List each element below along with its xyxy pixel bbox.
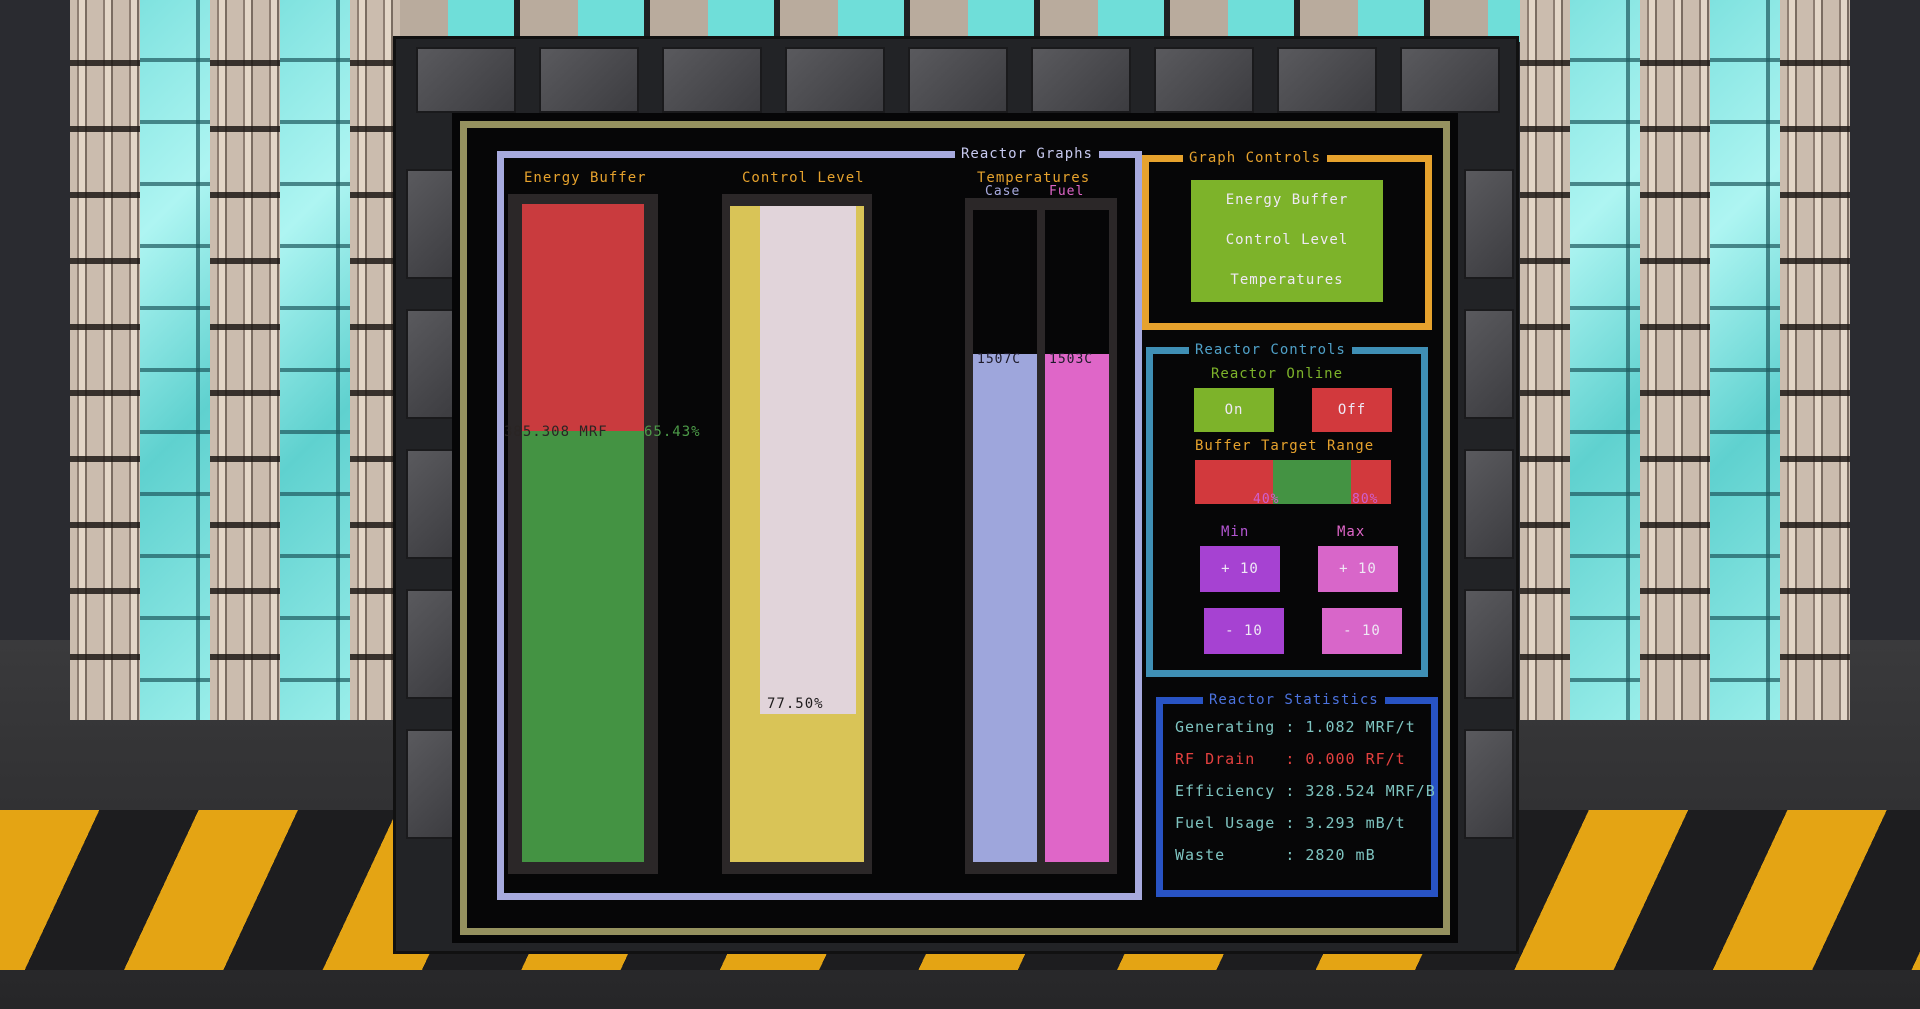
energy-buffer-empty-bar [522,204,644,431]
energy-buffer-fill-bar [522,431,644,862]
stat-value: 0.000 RF/t [1305,750,1406,768]
monitor-block [539,47,639,113]
monitor-block [1464,589,1514,699]
temperatures-toggle-button[interactable]: Temperatures [1191,262,1383,298]
glass-pillar [280,0,350,720]
glass-pillar [1710,0,1780,720]
energy-buffer-stored-value: 385.308 MRF [504,424,608,440]
min-minus-10-button[interactable]: - 10 [1204,608,1284,654]
reactor-statistics-title: Reactor Statistics [1203,692,1385,708]
control-level-toggle-button[interactable]: Control Level [1191,222,1383,258]
range-min-value: 40% [1253,492,1280,507]
monitor-block [662,47,762,113]
case-temp-value: 1507C [977,352,1022,367]
iron-pillar [1640,0,1710,720]
reactor-on-button[interactable]: On [1194,388,1274,432]
monitor-block [1464,309,1514,419]
monitor-block [406,169,456,279]
energy-buffer-toggle-button[interactable]: Energy Buffer [1191,182,1383,218]
stat-value: 3.293 mB/t [1305,814,1406,832]
iron-pillar [1780,0,1850,720]
monitor-block [1154,47,1254,113]
monitor-block [1464,169,1514,279]
stat-value: 2820 mB [1305,846,1376,864]
reactor-controls-panel: Reactor Controls Reactor Online On Off B… [1146,342,1428,677]
graph-toggle-box: Energy Buffer Control Level Temperatures [1191,180,1383,302]
stat-row-waste: Waste : 2820 mB [1175,846,1376,864]
reactor-statistics-panel: Reactor Statistics Generating : 1.082 MR… [1156,692,1438,897]
monitor-block [406,449,456,559]
iron-pillar [210,0,280,720]
stat-label: RF Drain : [1175,750,1296,768]
energy-buffer-percent-value: 65.43% [644,424,701,440]
control-level-value: 77.50% [767,696,824,712]
max-label: Max [1337,524,1366,540]
case-temp-label: Case [985,184,1021,199]
buffer-target-range-band [1273,460,1351,504]
monitor-block [406,309,456,419]
reactor-screen: Reactor Graphs Energy Buffer 385.308 MRF… [452,113,1458,943]
stat-row-rf-drain: RF Drain : 0.000 RF/t [1175,750,1406,768]
fuel-temp-label: Fuel [1049,184,1085,199]
stat-label: Waste : [1175,846,1296,864]
glass-pillar [140,0,210,720]
reactor-graphs-panel: Reactor Graphs Energy Buffer 385.308 MRF… [497,146,1142,900]
monitor-block [908,47,1008,113]
min-label: Min [1221,524,1250,540]
monitor-block [1277,47,1377,113]
reactor-controls-title: Reactor Controls [1189,342,1352,358]
stat-label: Generating : [1175,718,1296,736]
range-max-value: 80% [1352,492,1379,507]
graph-controls-title: Graph Controls [1183,150,1328,166]
stat-value: 328.524 MRF/B [1305,782,1436,800]
monitor-block [416,47,516,113]
monitor-block [406,729,456,839]
stat-row-efficiency: Efficiency : 328.524 MRF/B [1175,782,1436,800]
iron-pillar [1520,0,1570,720]
stat-label: Efficiency : [1175,782,1296,800]
reactor-off-button[interactable]: Off [1312,388,1392,432]
temperatures-well [965,198,1117,874]
stat-row-fuel-usage: Fuel Usage : 3.293 mB/t [1175,814,1406,832]
control-level-track [730,206,864,862]
monitor-block [785,47,885,113]
reactor-graphs-title: Reactor Graphs [954,146,1099,162]
fuel-temp-bar [1045,354,1109,862]
energy-buffer-well [508,194,658,874]
case-temp-empty [973,210,1037,354]
reactor-online-label: Reactor Online [1211,366,1344,382]
monitor-block [1464,729,1514,839]
statistics-list: Generating : 1.082 MRF/t RF Drain : 0.00… [1175,718,1435,888]
energy-buffer-label: Energy Buffer [524,170,647,186]
max-minus-10-button[interactable]: - 10 [1322,608,1402,654]
buffer-target-range-label: Buffer Target Range [1195,438,1375,454]
control-rod-bar [760,206,856,714]
min-plus-10-button[interactable]: + 10 [1200,546,1280,592]
monitor-block [1400,47,1500,113]
iron-pillar [70,0,140,720]
stat-value: 1.082 MRF/t [1305,718,1416,736]
monitor-block [406,589,456,699]
fuel-temp-empty [1045,210,1109,354]
fuel-temp-value: 1503C [1049,352,1094,367]
graph-controls-panel: Graph Controls Energy Buffer Control Lev… [1142,150,1432,330]
monitor-block [1464,449,1514,559]
stat-label: Fuel Usage : [1175,814,1296,832]
glass-pillar [1570,0,1640,720]
stat-row-generating: Generating : 1.082 MRF/t [1175,718,1416,736]
control-level-well [722,194,872,874]
max-plus-10-button[interactable]: + 10 [1318,546,1398,592]
monitor-block [1031,47,1131,113]
control-level-label: Control Level [742,170,865,186]
case-temp-bar [973,354,1037,862]
